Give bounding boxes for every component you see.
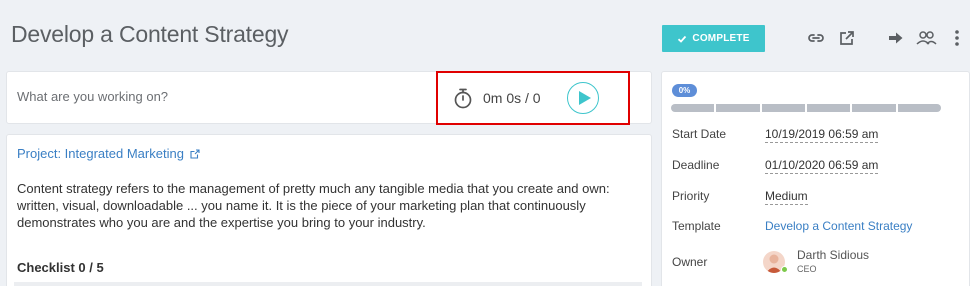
- complete-button[interactable]: COMPLETE: [662, 25, 765, 52]
- progress-badge: 0%: [672, 84, 697, 97]
- priority-value[interactable]: Medium: [765, 189, 808, 205]
- deadline-label: Deadline: [672, 158, 720, 172]
- check-icon: [678, 35, 687, 43]
- project-link[interactable]: Project: Integrated Marketing: [17, 146, 200, 161]
- users-icon[interactable]: [915, 28, 937, 48]
- owner-name: Darth Sidious: [797, 248, 870, 262]
- start-timer-button[interactable]: [567, 82, 599, 114]
- owner-label: Owner: [672, 255, 708, 269]
- more-vertical-icon[interactable]: [953, 28, 961, 48]
- complete-button-label: COMPLETE: [692, 33, 750, 44]
- project-link-label: Project: Integrated Marketing: [17, 146, 184, 161]
- task-description: Content strategy refers to the managemen…: [17, 181, 610, 230]
- stopwatch-icon: [453, 87, 473, 109]
- priority-label: Priority: [672, 189, 710, 203]
- deadline-value[interactable]: 01/10/2020 06:59 am: [765, 158, 879, 174]
- start-date-value[interactable]: 10/19/2019 06:59 am: [765, 127, 879, 143]
- checklist-progress-bar: [14, 282, 642, 286]
- owner-role: CEO: [797, 264, 817, 274]
- link-icon[interactable]: [806, 28, 826, 48]
- page-title: Develop a Content Strategy: [11, 21, 289, 47]
- template-link[interactable]: Develop a Content Strategy: [765, 219, 912, 233]
- progress-bar: [671, 104, 941, 112]
- timer-readout: 0m 0s / 0: [483, 90, 541, 106]
- working-on-input[interactable]: [17, 89, 317, 104]
- arrow-right-icon[interactable]: [886, 28, 906, 48]
- checklist-heading: Checklist 0 / 5: [17, 260, 104, 275]
- external-link-icon: [190, 148, 200, 159]
- online-status-dot: [781, 266, 788, 273]
- play-icon: [578, 91, 591, 105]
- template-label: Template: [672, 219, 721, 233]
- external-link-icon[interactable]: [837, 28, 857, 48]
- start-date-label: Start Date: [672, 127, 727, 141]
